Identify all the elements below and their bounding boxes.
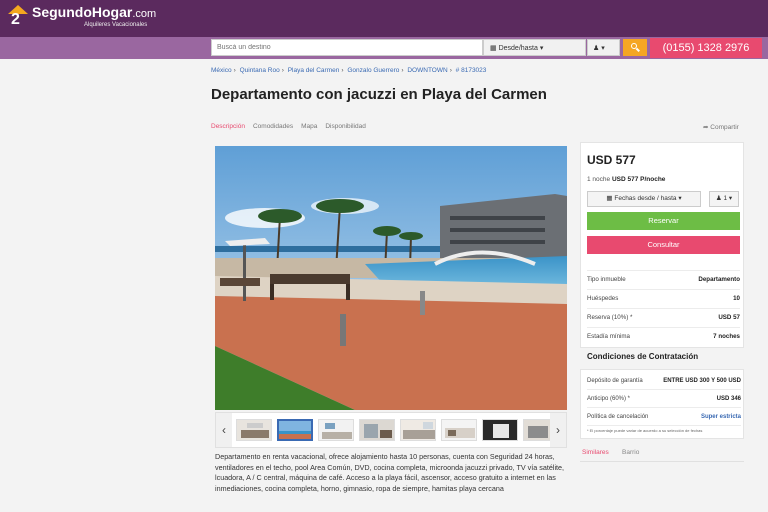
thumbnail[interactable]: [359, 419, 395, 441]
top-header: 2 SegundoHogar.com Alquileres Vacacional…: [0, 0, 768, 37]
thumbnail[interactable]: [318, 419, 354, 441]
share-icon: ➦: [703, 124, 709, 131]
search-button[interactable]: [623, 39, 647, 56]
price-per-night: 1 noche USD 577 P/noche: [587, 176, 666, 183]
chevron-down-icon: ▾: [728, 195, 733, 202]
thumbnail[interactable]: [482, 419, 518, 441]
breadcrumb-item[interactable]: # 8173023: [456, 67, 487, 74]
logo-tagline: Alquileres Vacacionales: [84, 22, 148, 28]
dates-dropdown[interactable]: ▦ Desde/hasta ▾: [483, 39, 586, 56]
breadcrumb-item[interactable]: Gonzalo Guerrero: [347, 67, 399, 74]
condition-row-cancellation: Política de cancelación Super estricta: [587, 408, 741, 426]
bottom-tabs: Similares Barrio: [580, 446, 744, 462]
person-icon: ♟: [593, 45, 600, 52]
page-title: Departamento con jacuzzi en Playa del Ca…: [211, 86, 547, 103]
share-link[interactable]: ➦ Compartir: [703, 123, 739, 131]
tab-descripcion[interactable]: Descripción: [211, 123, 245, 130]
dates-dropdown-label: Desde/hasta: [498, 45, 538, 52]
section-tabs: Descripción Comodidades Mapa Disponibili…: [211, 123, 374, 130]
thumbnail-strip: ‹ ›: [215, 412, 567, 448]
breadcrumb-item[interactable]: México: [211, 67, 232, 74]
consult-button[interactable]: Consultar: [587, 236, 740, 254]
tab-disponibilidad[interactable]: Disponibilidad: [325, 123, 365, 130]
chevron-left-icon[interactable]: ‹: [216, 413, 232, 447]
calendar-icon: ▦: [606, 195, 613, 202]
chevron-right-icon[interactable]: ›: [550, 413, 566, 447]
reserve-button[interactable]: Reservar: [587, 212, 740, 230]
tab-comodidades[interactable]: Comodidades: [253, 123, 293, 130]
tab-mapa[interactable]: Mapa: [301, 123, 317, 130]
chevron-down-icon: ▾: [601, 45, 605, 52]
phone-button[interactable]: (0155) 1328 2976: [650, 38, 762, 58]
thumbnail[interactable]: [441, 419, 477, 441]
tab-similares[interactable]: Similares: [582, 449, 609, 456]
thumbnail[interactable]: [236, 419, 272, 441]
breadcrumb-item[interactable]: Playa del Carmen: [288, 67, 340, 74]
condition-row-advance: Anticipo (60%) * USD 346: [587, 390, 741, 408]
breadcrumb-item[interactable]: Quintana Roo: [240, 67, 280, 74]
logo-name: SegundoHogar.com: [32, 4, 157, 21]
booking-guests-button[interactable]: ♟ 1 ▾: [709, 191, 739, 207]
cancellation-policy-link[interactable]: Super estricta: [701, 408, 741, 426]
pool-photo-illustration: [215, 146, 567, 410]
chevron-down-icon: ▾: [539, 45, 544, 52]
logo-house-icon: 2: [8, 5, 28, 29]
person-icon: ♟: [715, 195, 722, 202]
conditions-note: * El porcentaje puede variar de acuerdo …: [587, 428, 703, 433]
guests-dropdown[interactable]: ♟ ▾: [587, 39, 620, 56]
breadcrumb-item[interactable]: DOWNTOWN: [407, 67, 447, 74]
info-row-min-stay: Estadía mínima 7 noches: [587, 327, 740, 345]
info-row-guests: Huéspedes 10: [587, 289, 740, 307]
site-logo[interactable]: 2 SegundoHogar.com Alquileres Vacacional…: [8, 5, 156, 29]
conditions-panel: Depósito de garantía ENTRE USD 300 Y 500 …: [580, 369, 744, 439]
conditions-title: Condiciones de Contratación: [587, 352, 699, 361]
calendar-icon: ▦: [490, 45, 497, 52]
destination-search-input[interactable]: [211, 39, 483, 56]
price: USD 577: [587, 153, 636, 167]
booking-dates-button[interactable]: ▦ Fechas desde / hasta ▾: [587, 191, 701, 207]
info-row-property-type: Tipo inmueble Departamento: [587, 270, 740, 288]
main-photo[interactable]: [215, 146, 567, 410]
info-row-reservation: Reserva (10%) * USD 57: [587, 308, 740, 326]
booking-panel: USD 577 1 noche USD 577 P/noche ▦ Fechas…: [580, 142, 744, 348]
thumbnail[interactable]: [277, 419, 313, 441]
property-description: Departamento en renta vacacional, ofrece…: [215, 452, 565, 493]
condition-row-deposit: Depósito de garantía ENTRE USD 300 Y 500 …: [587, 372, 741, 390]
breadcrumb: México › Quintana Roo › Playa del Carmen › …: [211, 67, 487, 74]
tab-barrio[interactable]: Barrio: [622, 449, 639, 456]
chevron-down-icon: ▾: [678, 195, 682, 202]
thumbnail[interactable]: [400, 419, 436, 441]
